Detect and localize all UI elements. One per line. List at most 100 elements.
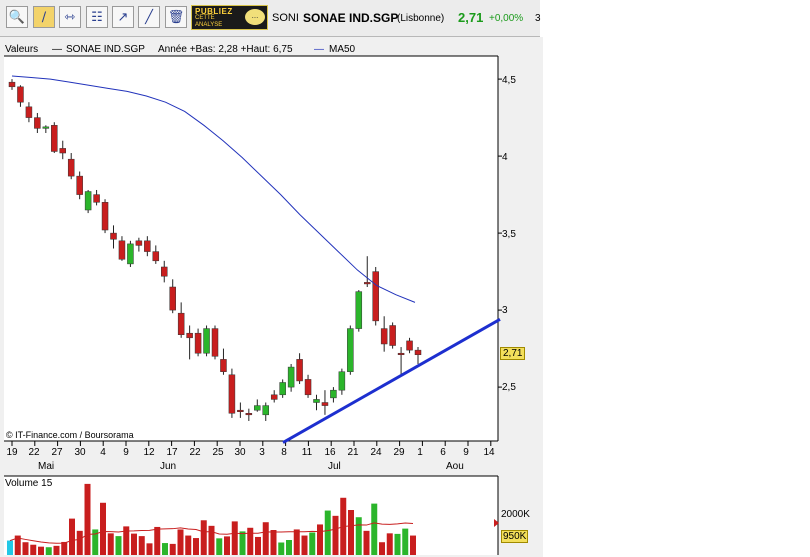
month-label: Jul [328, 461, 341, 472]
candle-body [42, 126, 50, 129]
volume-bar [410, 535, 416, 555]
volume-bar [185, 535, 192, 555]
candle-body [101, 202, 109, 231]
volume-bar [53, 545, 60, 555]
x-tick-label: 30 [74, 447, 86, 458]
x-tick-label: 21 [347, 447, 359, 458]
volume-bar [301, 535, 308, 555]
candle-body [118, 240, 126, 260]
candle-body [194, 332, 202, 354]
volume-bar [293, 529, 300, 555]
candle-body [355, 291, 363, 329]
volume-bar [7, 540, 13, 555]
legend-series-swatch: — [52, 44, 62, 55]
candle-body [372, 271, 379, 322]
candle-body [8, 81, 16, 88]
volume-bar [262, 522, 269, 555]
month-label: Aou [446, 461, 464, 472]
volume-bar [363, 530, 370, 555]
x-tick-label: 16 [324, 447, 336, 458]
volume-bar [239, 531, 246, 555]
x-tick-label: 30 [234, 447, 246, 458]
volume-bar [84, 483, 91, 555]
x-tick-label: 11 [301, 447, 313, 458]
candle-body [321, 402, 329, 406]
volume-bar [162, 543, 168, 555]
chart-canvas[interactable] [0, 0, 543, 557]
candle-body [169, 286, 176, 311]
candle-body [186, 332, 193, 339]
y-tick-label: 3,5 [502, 229, 516, 240]
volume-bar [224, 536, 230, 555]
volume-bar [348, 510, 354, 555]
candle-body [135, 240, 143, 246]
volume-bar [177, 529, 184, 555]
volume-bar [193, 538, 199, 555]
volume-bar [131, 533, 137, 555]
volume-bar [270, 530, 277, 555]
legend-series-name: SONAE IND.SGP [66, 44, 145, 55]
volume-bar [61, 541, 68, 555]
x-tick-label: 9 [463, 447, 469, 458]
candle-body [296, 359, 303, 382]
volume-bar [371, 503, 378, 555]
x-tick-label: 14 [483, 447, 495, 458]
volume-bar [355, 517, 362, 555]
x-tick-label: 17 [166, 447, 178, 458]
volume-y-tick: 950K [501, 530, 529, 543]
candle-body [228, 374, 236, 414]
y-tick-label: 4 [502, 152, 508, 163]
volume-bar [216, 538, 223, 555]
price-plot-area [4, 56, 498, 441]
volume-bar [309, 532, 316, 555]
volume-bar [386, 533, 393, 555]
candle-body [414, 349, 422, 356]
volume-bar [231, 521, 238, 555]
volume-bar [332, 515, 339, 555]
x-tick-label: 22 [28, 447, 40, 458]
volume-bar [138, 536, 145, 555]
x-tick-label: 27 [51, 447, 63, 458]
candle-body [59, 148, 66, 154]
candle-body [110, 232, 117, 240]
candle-body [25, 106, 33, 118]
candle-body [389, 325, 396, 346]
candle-body [313, 399, 320, 403]
candle-body [287, 366, 295, 388]
volume-bar [286, 540, 292, 555]
volume-bar [317, 524, 323, 555]
credit-text: © IT-Finance.com / Boursorama [6, 430, 134, 440]
x-tick-label: 6 [440, 447, 446, 458]
volume-bar [247, 527, 254, 555]
last-price-tag: 2,71 [500, 347, 526, 360]
legend-values-label: Valeurs [5, 44, 39, 55]
candle-body [279, 382, 286, 396]
x-tick-label: 9 [123, 447, 129, 458]
candle-body [406, 340, 413, 351]
volume-bar [200, 520, 207, 555]
candle-body [84, 191, 92, 211]
volume-bar [69, 518, 75, 555]
candle-body [397, 352, 405, 356]
volume-bar [146, 543, 153, 555]
x-tick-label: 25 [212, 447, 224, 458]
x-tick-label: 24 [370, 447, 382, 458]
volume-bar [100, 502, 106, 555]
x-tick-label: 12 [143, 447, 155, 458]
x-tick-label: 1 [417, 447, 423, 458]
y-tick-label: 2,5 [502, 382, 516, 393]
volume-bar [402, 528, 409, 555]
volume-bar [154, 526, 161, 555]
candle-body [338, 371, 346, 391]
volume-bar [255, 536, 261, 555]
volume-bar [379, 542, 385, 555]
legend-ma-swatch: — [314, 44, 324, 55]
candle-body [177, 312, 185, 335]
candle-body [161, 266, 168, 277]
candle-body [270, 394, 278, 400]
volume-bar [30, 544, 37, 555]
candle-body [144, 240, 151, 252]
x-tick-label: 3 [259, 447, 265, 458]
volume-bar [38, 546, 44, 555]
candle-body [380, 328, 388, 345]
